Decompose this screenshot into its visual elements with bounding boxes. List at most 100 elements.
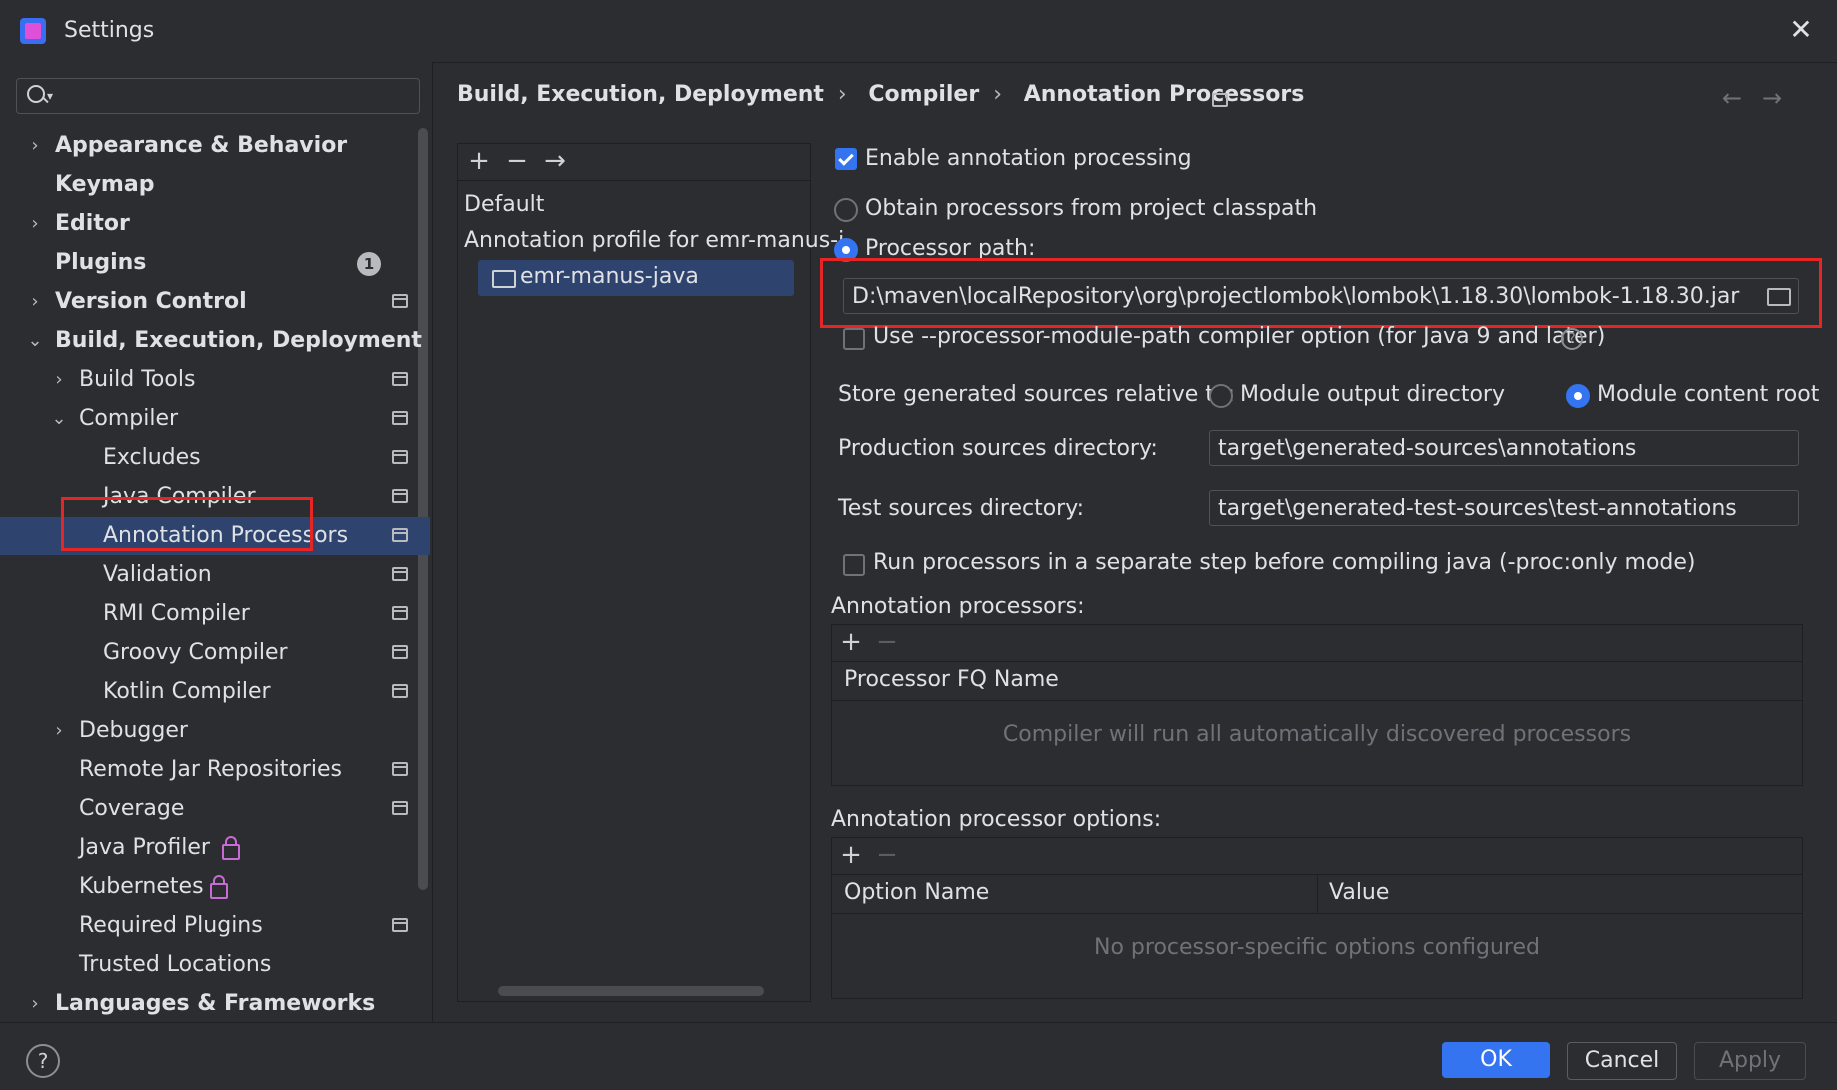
options-toolbar: + − — [832, 838, 1802, 875]
option-name-header[interactable]: Option Name — [844, 880, 989, 905]
sidebar-item-label: Validation — [103, 562, 212, 587]
chevron-down-icon: ▾ — [47, 89, 54, 103]
sidebar-item-label: Build Tools — [79, 367, 196, 392]
sidebar-item-debugger[interactable]: › Debugger — [0, 712, 430, 750]
processor-fq-name-header[interactable]: Processor FQ Name — [844, 667, 1059, 692]
sidebar-item-label: Remote Jar Repositories — [79, 757, 342, 782]
lock-icon — [222, 836, 240, 860]
search-icon — [27, 85, 45, 103]
module-path-checkbox[interactable] — [843, 328, 865, 350]
test-sources-value: target\generated-test-sources\test-annot… — [1218, 496, 1737, 521]
sidebar-item-languages-frameworks[interactable]: › Languages & Frameworks — [0, 985, 430, 1023]
options-header: Option Name Value — [832, 875, 1802, 914]
sidebar-item-keymap[interactable]: Keymap — [0, 166, 430, 204]
profile-emr-manus[interactable]: Annotation profile for emr-manus-j — [464, 228, 844, 253]
sidebar-item-label: Compiler — [79, 406, 179, 431]
sidebar-item-java-profiler[interactable]: Java Profiler — [0, 829, 430, 867]
sidebar-item-excludes[interactable]: Excludes — [0, 439, 430, 477]
sidebar-item-label: Keymap — [55, 172, 155, 197]
run-separate-step-checkbox[interactable] — [843, 554, 865, 576]
sidebar-item-label: Debugger — [79, 718, 188, 743]
sidebar-item-label: Java Profiler — [79, 835, 210, 860]
sidebar-item-groovy-compiler[interactable]: Groovy Compiler — [0, 634, 430, 672]
chevron-right-icon: › — [31, 993, 39, 1014]
sidebar-item-build-tools[interactable]: › Build Tools — [0, 361, 430, 399]
close-icon[interactable]: ✕ — [1785, 12, 1817, 48]
remove-icon: − — [876, 627, 898, 657]
sidebar-item-label: Excludes — [103, 445, 201, 470]
lock-icon — [210, 875, 228, 899]
profile-default[interactable]: Default — [464, 192, 544, 217]
chevron-right-icon: › — [31, 135, 39, 156]
module-folder-icon — [492, 270, 516, 288]
cancel-button[interactable]: Cancel — [1567, 1042, 1677, 1080]
project-level-icon — [392, 411, 408, 425]
add-icon[interactable]: + — [836, 627, 866, 657]
column-divider — [1317, 875, 1318, 913]
store-generated-label: Store generated sources relative to: — [838, 382, 1235, 407]
options-table: + − Option Name Value No processor-speci… — [831, 837, 1803, 999]
ok-button[interactable]: OK — [1442, 1042, 1550, 1078]
title-bar: Settings ✕ — [0, 0, 1837, 63]
production-sources-field[interactable]: target\generated-sources\annotations — [1209, 430, 1799, 466]
sidebar-item-compiler[interactable]: ⌄ Compiler — [0, 400, 430, 438]
window-title: Settings — [64, 18, 155, 43]
add-icon[interactable]: + — [464, 146, 494, 176]
apply-button: Apply — [1694, 1042, 1806, 1080]
chevron-right-icon: › — [31, 213, 39, 234]
module-output-radio[interactable] — [1209, 384, 1233, 408]
sidebar-item-validation[interactable]: Validation — [0, 556, 430, 594]
breadcrumb-item[interactable]: Compiler — [868, 82, 979, 107]
move-arrow-icon[interactable]: → — [540, 146, 570, 176]
breadcrumb-item[interactable]: Build, Execution, Deployment — [457, 82, 824, 107]
sidebar-item-build-execution-deployment[interactable]: ⌄ Build, Execution, Deployment — [0, 322, 430, 360]
forward-arrow-icon[interactable]: → — [1762, 84, 1782, 112]
sidebar-item-label: Editor — [55, 211, 130, 236]
breadcrumb: Build, Execution, Deployment › Compiler › … — [457, 82, 1318, 107]
sidebar-item-required-plugins[interactable]: Required Plugins — [0, 907, 430, 945]
classpath-label: Obtain processors from project classpath — [865, 196, 1318, 221]
sidebar-item-appearance[interactable]: › Appearance & Behavior — [0, 127, 430, 165]
help-icon[interactable]: ? — [1561, 328, 1583, 350]
project-level-icon — [392, 372, 408, 386]
project-level-icon — [392, 801, 408, 815]
classpath-radio[interactable] — [834, 198, 858, 222]
sidebar-item-editor[interactable]: › Editor — [0, 205, 430, 243]
processors-empty-text: Compiler will run all automatically disc… — [1002, 722, 1632, 747]
sidebar-item-rmi-compiler[interactable]: RMI Compiler — [0, 595, 430, 633]
sidebar-item-kotlin-compiler[interactable]: Kotlin Compiler — [0, 673, 430, 711]
profile-module-emr-manus-java[interactable]: emr-manus-java — [478, 260, 794, 296]
sidebar-item-remote-jar-repositories[interactable]: Remote Jar Repositories — [0, 751, 430, 789]
sidebar-item-label: Build, Execution, Deployment — [55, 328, 422, 353]
project-level-icon — [1212, 93, 1228, 107]
help-button[interactable]: ? — [26, 1044, 60, 1078]
project-level-icon — [392, 645, 408, 659]
test-sources-label: Test sources directory: — [838, 496, 1085, 521]
sidebar-item-plugins[interactable]: Plugins 1 — [0, 244, 430, 282]
enable-annotation-checkbox[interactable] — [835, 148, 857, 170]
breadcrumb-item: Annotation Processors — [1023, 82, 1305, 107]
sidebar-item-coverage[interactable]: Coverage — [0, 790, 430, 828]
module-path-label: Use --processor-module-path compiler opt… — [873, 324, 1606, 349]
project-level-icon — [392, 606, 408, 620]
sidebar-item-label: Kubernetes — [79, 874, 204, 899]
search-input[interactable]: ▾ — [16, 78, 420, 114]
processors-section-label: Annotation processors: — [831, 594, 1085, 619]
add-icon[interactable]: + — [836, 840, 866, 870]
sidebar-item-kubernetes[interactable]: Kubernetes — [0, 868, 430, 906]
option-value-header[interactable]: Value — [1329, 880, 1389, 905]
sidebar-item-trusted-locations[interactable]: Trusted Locations — [0, 946, 430, 984]
chevron-down-icon: ⌄ — [51, 408, 67, 429]
options-section-label: Annotation processor options: — [831, 807, 1162, 832]
back-arrow-icon[interactable]: ← — [1722, 84, 1742, 112]
remove-icon[interactable]: − — [502, 146, 532, 176]
test-sources-field[interactable]: target\generated-test-sources\test-annot… — [1209, 490, 1799, 526]
sidebar-item-label: Kotlin Compiler — [103, 679, 271, 704]
options-empty-text: No processor-specific options configured — [1094, 935, 1540, 960]
module-content-root-radio[interactable] — [1566, 384, 1590, 408]
processors-table: + − Processor FQ Name Compiler will run … — [831, 624, 1803, 786]
sidebar-item-version-control[interactable]: › Version Control — [0, 283, 430, 321]
profiles-scrollbar[interactable] — [498, 986, 764, 996]
intellij-app-icon — [20, 18, 46, 44]
project-level-icon — [392, 294, 408, 308]
